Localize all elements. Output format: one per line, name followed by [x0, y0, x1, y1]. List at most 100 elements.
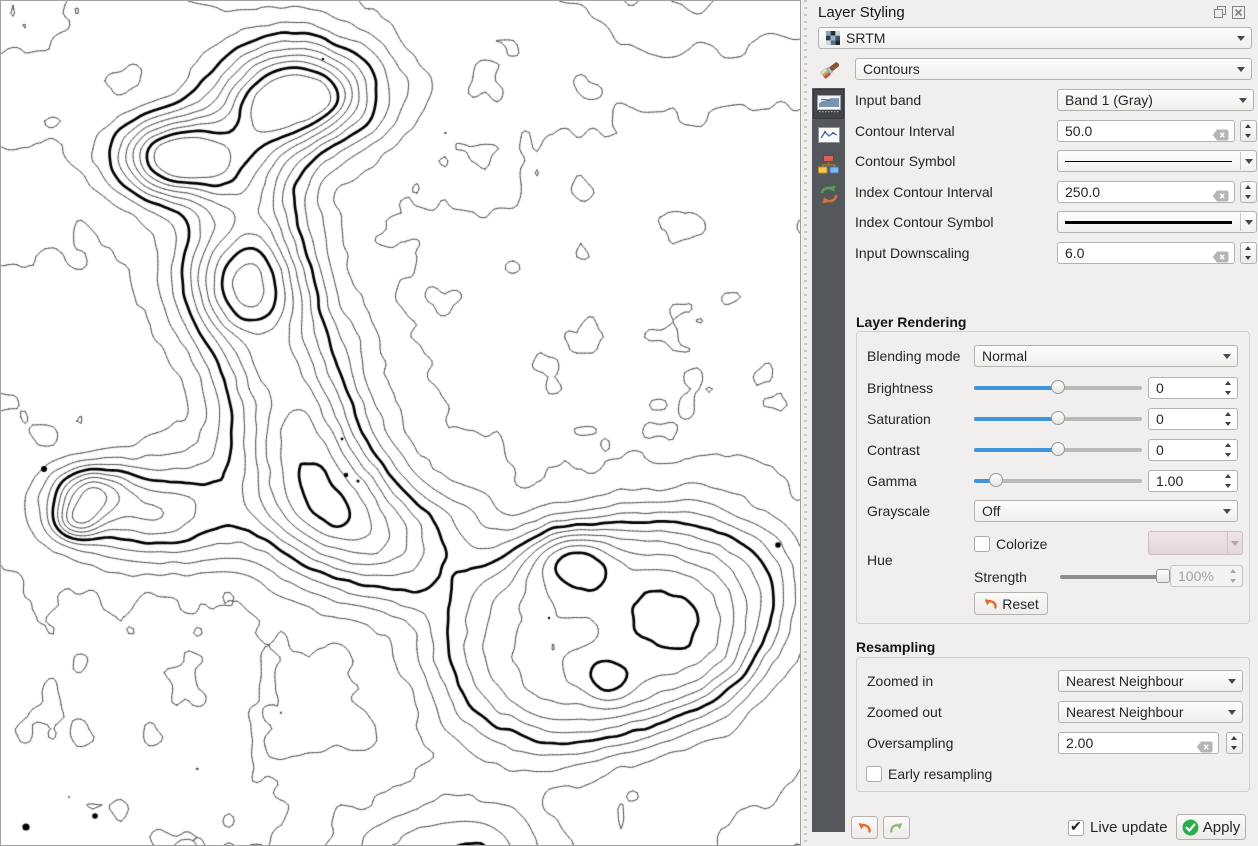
index-contour-interval-label: Index Contour Interval [855, 181, 993, 203]
layer-select[interactable]: SRTM [818, 27, 1252, 49]
index-contour-interval-input[interactable]: 250.0 [1057, 181, 1235, 203]
strength-value[interactable]: 100% [1170, 565, 1243, 587]
chevron-down-icon [1245, 159, 1253, 168]
map-canvas-frame [0, 0, 801, 846]
chevron-down-icon [1228, 710, 1236, 719]
panel-splitter[interactable] [801, 0, 810, 846]
renderer-select-value: Contours [863, 61, 920, 77]
apply-button-label: Apply [1203, 819, 1241, 836]
close-panel-icon[interactable] [1232, 6, 1245, 19]
contrast-slider[interactable] [974, 439, 1142, 461]
input-downscaling-input[interactable]: 6.0 [1057, 242, 1235, 264]
chevron-down-icon [1228, 679, 1236, 688]
qgis-window: { "colors": { "panel_bg": "#f0efed", "ta… [0, 0, 1258, 846]
slider-knob[interactable] [1051, 411, 1065, 425]
contour-symbol-button[interactable] [1057, 150, 1257, 172]
layer-select-value: SRTM [846, 30, 885, 46]
grayscale-select[interactable]: Off [974, 500, 1238, 522]
brightness-slider[interactable] [974, 377, 1142, 399]
saturation-label: Saturation [867, 408, 931, 430]
float-panel-icon[interactable] [1214, 6, 1227, 19]
contrast-value[interactable]: 0 [1148, 439, 1238, 461]
oversampling-label: Oversampling [867, 732, 953, 754]
zoomed-in-label: Zoomed in [867, 670, 933, 692]
renderer-select[interactable]: Contours [855, 58, 1252, 80]
contour-interval-input[interactable]: 50.0 [1057, 120, 1235, 142]
live-update-label: Live update [1090, 817, 1168, 839]
gamma-value[interactable]: 1.00 [1148, 470, 1238, 492]
hue-label: Hue [867, 549, 893, 571]
input-downscaling-label: Input Downscaling [855, 242, 969, 264]
input-band-select[interactable]: Band 1 (Gray) [1057, 89, 1254, 111]
blending-mode-label: Blending mode [867, 345, 960, 367]
chevron-down-icon [1231, 541, 1239, 550]
clear-value-icon[interactable] [1212, 248, 1229, 260]
index-contour-interval-spinner[interactable] [1240, 181, 1257, 203]
contour-interval-spinner[interactable] [1240, 120, 1257, 142]
slider-knob[interactable] [1156, 569, 1170, 583]
tab-attributes[interactable] [813, 149, 844, 179]
apply-button[interactable]: Apply [1176, 814, 1246, 840]
zoomed-in-select[interactable]: Nearest Neighbour [1058, 670, 1243, 692]
input-downscaling-spinner[interactable] [1240, 242, 1257, 264]
reset-button[interactable]: Reset [974, 592, 1048, 615]
thick-line-symbol-preview [1065, 221, 1232, 224]
thin-line-symbol-preview [1065, 161, 1232, 162]
input-band-label: Input band [855, 89, 921, 111]
style-redo-button[interactable] [883, 816, 910, 839]
chevron-down-icon [1223, 354, 1231, 363]
saturation-value[interactable]: 0 [1148, 408, 1238, 430]
raster-layer-icon [826, 30, 840, 50]
index-contour-symbol-label: Index Contour Symbol [855, 211, 994, 233]
raster-symbology-icon [817, 95, 841, 114]
chevron-down-icon [1237, 36, 1245, 45]
oversampling-input[interactable]: 2.00 [1058, 732, 1219, 754]
slider-knob[interactable] [989, 473, 1003, 487]
clear-value-icon[interactable] [1212, 126, 1229, 138]
oversampling-spinner[interactable] [1226, 732, 1243, 754]
colorize-checkbox[interactable] [974, 536, 990, 552]
slider-knob[interactable] [1051, 380, 1065, 394]
brightness-label: Brightness [867, 377, 933, 399]
layer-styling-panel: Layer Styling SRTM Contours [810, 0, 1258, 846]
redo-icon [889, 821, 904, 835]
style-undo-button[interactable] [851, 816, 878, 839]
colorize-label: Colorize [996, 533, 1047, 555]
tab-symbology[interactable] [813, 89, 844, 119]
index-contour-symbol-button[interactable] [1057, 211, 1257, 233]
flowchart-icon [818, 155, 839, 174]
colorize-color-button[interactable] [1148, 531, 1243, 555]
early-resampling-label: Early resampling [888, 763, 992, 785]
strength-label: Strength [974, 566, 1027, 588]
chevron-down-icon [1245, 220, 1253, 229]
zoomed-out-select[interactable]: Nearest Neighbour [1058, 701, 1243, 723]
tab-histogram[interactable] [813, 120, 844, 150]
zoomed-out-label: Zoomed out [867, 701, 942, 723]
clear-value-icon[interactable] [1196, 738, 1213, 750]
resampling-header: Resampling [856, 639, 935, 655]
tab-history[interactable] [813, 179, 844, 209]
chevron-down-icon [1237, 67, 1245, 76]
strength-slider[interactable] [1060, 566, 1163, 588]
early-resampling-checkbox[interactable] [866, 766, 882, 782]
map-canvas[interactable] [1, 1, 800, 845]
reset-button-label: Reset [1002, 596, 1039, 612]
live-update-checkbox[interactable] [1068, 820, 1084, 836]
panel-title: Layer Styling [818, 4, 905, 21]
gamma-label: Gamma [867, 470, 917, 492]
reset-undo-icon [983, 597, 998, 611]
apply-check-icon [1182, 819, 1199, 836]
saturation-slider[interactable] [974, 408, 1142, 430]
contrast-label: Contrast [867, 439, 920, 461]
histogram-icon [818, 127, 840, 143]
clear-value-icon[interactable] [1212, 187, 1229, 199]
layer-rendering-header: Layer Rendering [856, 314, 966, 330]
gamma-slider[interactable] [974, 470, 1142, 492]
brightness-value[interactable]: 0 [1148, 377, 1238, 399]
chevron-down-icon [1223, 509, 1231, 518]
blending-mode-select[interactable]: Normal [974, 345, 1238, 367]
contour-interval-label: Contour Interval [855, 120, 955, 142]
chevron-down-icon [1239, 98, 1247, 107]
slider-knob[interactable] [1051, 442, 1065, 456]
splitter-handle [804, 0, 807, 846]
